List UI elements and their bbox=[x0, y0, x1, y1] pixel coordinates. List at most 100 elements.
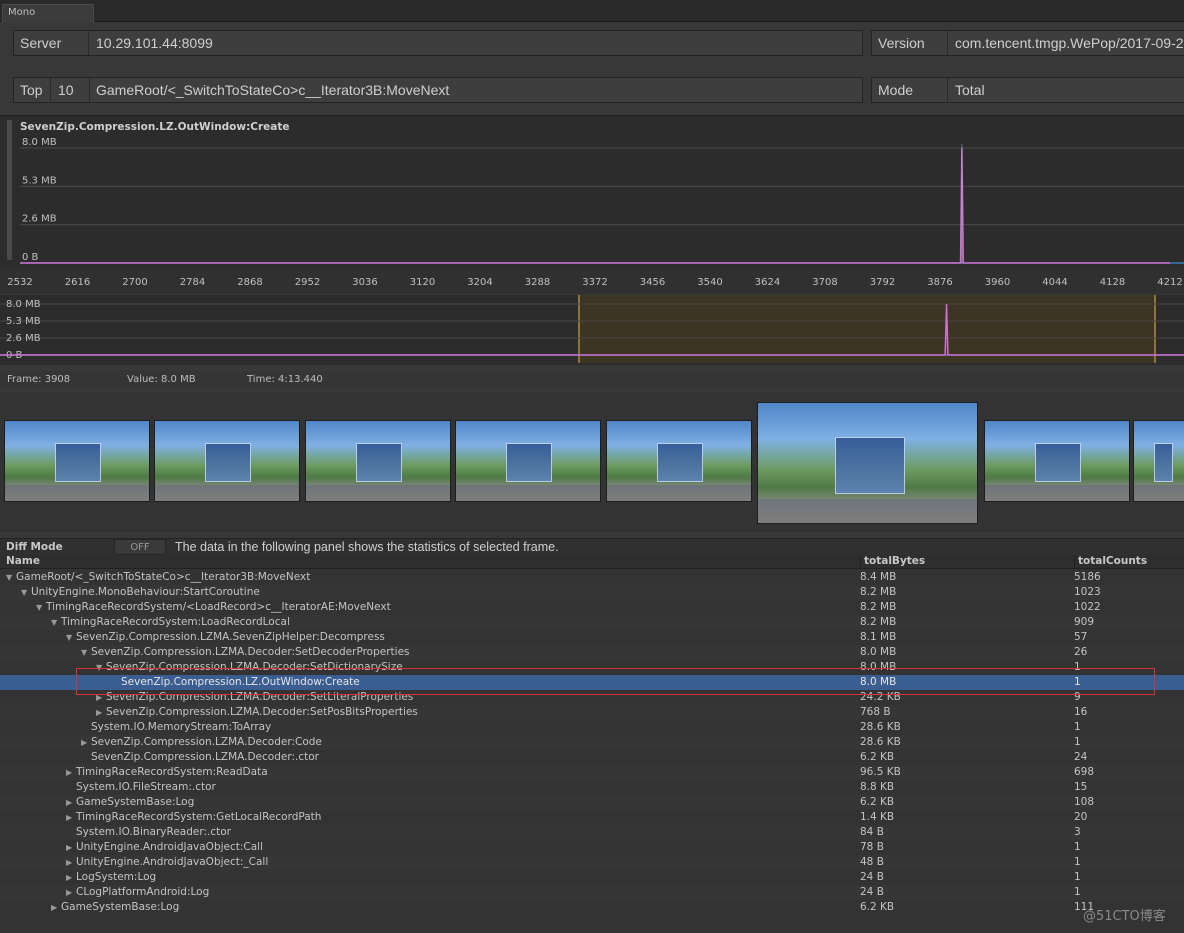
version-field[interactable]: Version com.tencent.tmgp.WePop/2017-09-2… bbox=[871, 30, 1184, 56]
frame-thumbnail[interactable] bbox=[455, 420, 601, 502]
table-row-selected[interactable]: SevenZip.Compression.LZ.OutWindow:Create… bbox=[0, 675, 1184, 690]
table-row[interactable]: ▶ SevenZip.Compression.LZMA.Decoder:SetLi… bbox=[0, 690, 1184, 705]
expand-right-icon[interactable]: ▶ bbox=[96, 690, 106, 705]
row-name-cell: ▶ TimingRaceRecordSystem:ReadData bbox=[66, 765, 268, 780]
overview-chart-panel[interactable]: 8.0 MB 5.3 MB 2.6 MB 0 B bbox=[0, 295, 1184, 365]
column-bytes-header[interactable]: totalBytes bbox=[860, 555, 1072, 569]
top-field[interactable]: Top 10 GameRoot/<_SwitchToStateCo>c__Ite… bbox=[13, 77, 863, 103]
table-row[interactable]: ▶ GameSystemBase:Log 6.2 KB 108 bbox=[0, 795, 1184, 810]
expand-right-icon[interactable]: ▶ bbox=[66, 870, 76, 885]
table-row[interactable]: System.IO.BinaryReader:.ctor 84 B 3 bbox=[0, 825, 1184, 840]
row-total-counts: 1 bbox=[1074, 661, 1081, 673]
thumbnail-road bbox=[607, 485, 751, 501]
column-counts-header[interactable]: totalCounts bbox=[1074, 555, 1184, 569]
frame-thumbnail[interactable] bbox=[154, 420, 300, 502]
expand-down-icon[interactable]: ▼ bbox=[21, 585, 31, 600]
row-total-counts: 16 bbox=[1074, 706, 1088, 718]
row-name: CLogPlatformAndroid:Log bbox=[76, 886, 210, 898]
row-name-cell: System.IO.FileStream:.ctor bbox=[66, 780, 216, 795]
diff-mode-toggle[interactable]: OFF bbox=[114, 539, 166, 555]
expand-right-icon[interactable]: ▶ bbox=[66, 795, 76, 810]
row-total-counts: 1 bbox=[1074, 676, 1081, 688]
expand-down-icon[interactable]: ▼ bbox=[51, 615, 61, 630]
table-row[interactable]: ▼ GameRoot/<_SwitchToStateCo>c__Iterator3… bbox=[0, 570, 1184, 585]
table-row[interactable]: ▶ SevenZip.Compression.LZMA.Decoder:SetPo… bbox=[0, 705, 1184, 720]
tab-mono[interactable]: Mono bbox=[2, 4, 94, 23]
expand-right-icon[interactable]: ▶ bbox=[66, 840, 76, 855]
expand-right-icon[interactable]: ▶ bbox=[66, 810, 76, 825]
expand-right-icon[interactable]: ▶ bbox=[96, 705, 106, 720]
y-tick-label: 8.0 MB bbox=[6, 299, 41, 310]
top-path[interactable]: GameRoot/<_SwitchToStateCo>c__Iterator3B… bbox=[90, 78, 850, 102]
server-field[interactable]: Server 10.29.101.44:8099 bbox=[13, 30, 863, 56]
row-name-cell: ▼ SevenZip.Compression.LZMA.SevenZipHelpe… bbox=[66, 630, 385, 645]
table-row[interactable]: ▼ TimingRaceRecordSystem:LoadRecordLocal 8… bbox=[0, 615, 1184, 630]
expand-down-icon[interactable]: ▼ bbox=[6, 570, 16, 585]
frame-thumbnail[interactable] bbox=[757, 402, 978, 524]
expand-right-icon[interactable]: ▶ bbox=[66, 855, 76, 870]
thumbnail-panel bbox=[205, 443, 252, 482]
mode-field[interactable]: Mode Total bbox=[871, 77, 1184, 103]
table-row[interactable]: System.IO.MemoryStream:ToArray 28.6 KB 1 bbox=[0, 720, 1184, 735]
table-row[interactable]: ▶ SevenZip.Compression.LZMA.Decoder:Code 2… bbox=[0, 735, 1184, 750]
row-total-counts: 57 bbox=[1074, 631, 1088, 643]
x-tick-label: 3288 bbox=[525, 277, 550, 288]
server-value[interactable]: 10.29.101.44:8099 bbox=[90, 31, 850, 55]
table-row[interactable]: ▶ TimingRaceRecordSystem:GetLocalRecordPa… bbox=[0, 810, 1184, 825]
mode-value[interactable]: Total bbox=[949, 78, 1184, 102]
expand-down-icon[interactable]: ▼ bbox=[36, 600, 46, 615]
row-name: UnityEngine.AndroidJavaObject:_Call bbox=[76, 856, 269, 868]
row-total-bytes: 8.0 MB bbox=[860, 661, 897, 673]
row-total-bytes: 8.2 MB bbox=[860, 586, 897, 598]
main-chart[interactable]: 8.0 MB 5.3 MB 2.6 MB 0 B 2532 2616 2700 2784 286… bbox=[0, 116, 1184, 294]
table-row[interactable]: SevenZip.Compression.LZMA.Decoder:.ctor 6… bbox=[0, 750, 1184, 765]
table-row[interactable]: System.IO.FileStream:.ctor 8.8 KB 15 bbox=[0, 780, 1184, 795]
row-name-cell: SevenZip.Compression.LZ.OutWindow:Create bbox=[111, 675, 360, 690]
expand-right-icon[interactable]: ▶ bbox=[66, 885, 76, 900]
table-row[interactable]: ▼ SevenZip.Compression.LZMA.Decoder:SetDe… bbox=[0, 645, 1184, 660]
table-row[interactable]: ▶ LogSystem:Log 24 B 1 bbox=[0, 870, 1184, 885]
x-tick-label: 3876 bbox=[927, 277, 952, 288]
row-total-bytes: 48 B bbox=[860, 856, 884, 868]
overview-chart[interactable]: 8.0 MB5.3 MB2.6 MB0 B bbox=[0, 295, 1184, 365]
expand-right-icon[interactable]: ▶ bbox=[51, 900, 61, 915]
table-row[interactable]: ▼ UnityEngine.MonoBehaviour:StartCoroutin… bbox=[0, 585, 1184, 600]
row-total-bytes: 96.5 KB bbox=[860, 766, 901, 778]
expand-right-icon[interactable]: ▶ bbox=[81, 735, 91, 750]
table-row[interactable]: ▶ TimingRaceRecordSystem:ReadData 96.5 KB 6… bbox=[0, 765, 1184, 780]
frame-number: Frame: 3908 bbox=[7, 374, 71, 385]
thumbnail-panel bbox=[1154, 443, 1173, 482]
diff-mode-label: Diff Mode bbox=[6, 541, 63, 553]
frame-thumbnail[interactable] bbox=[1133, 420, 1184, 502]
y-tick-label: 5.3 MB bbox=[22, 175, 57, 186]
x-tick-label: 2616 bbox=[65, 277, 90, 288]
frame-thumbnail[interactable] bbox=[606, 420, 752, 502]
table-row[interactable]: ▼ TimingRaceRecordSystem/<LoadRecord>c__I… bbox=[0, 600, 1184, 615]
frame-thumbnail[interactable] bbox=[305, 420, 451, 502]
x-tick-label: 4044 bbox=[1042, 277, 1067, 288]
expand-down-icon[interactable]: ▼ bbox=[96, 660, 106, 675]
table-row[interactable]: ▼ SevenZip.Compression.LZMA.Decoder:SetDi… bbox=[0, 660, 1184, 675]
column-name-header[interactable]: Name bbox=[6, 555, 40, 567]
x-tick-label: 4128 bbox=[1100, 277, 1125, 288]
table-row[interactable]: ▶ UnityEngine.AndroidJavaObject:Call 78 B 1 bbox=[0, 840, 1184, 855]
frame-thumbnail[interactable] bbox=[4, 420, 150, 502]
table-body: ▼ GameRoot/<_SwitchToStateCo>c__Iterator3… bbox=[0, 570, 1184, 933]
table-row[interactable]: ▶ CLogPlatformAndroid:Log 24 B 1 bbox=[0, 885, 1184, 900]
main-chart-panel[interactable]: SevenZip.Compression.LZ.OutWindow:Create… bbox=[0, 115, 1184, 294]
row-name-cell: ▶ SevenZip.Compression.LZMA.Decoder:Code bbox=[81, 735, 322, 750]
frame-thumbnail[interactable] bbox=[984, 420, 1130, 502]
version-value[interactable]: com.tencent.tmgp.WePop/2017-09-22 bbox=[949, 31, 1184, 55]
y-tick-label: 5.3 MB bbox=[6, 316, 41, 327]
table-row[interactable]: ▼ SevenZip.Compression.LZMA.SevenZipHelpe… bbox=[0, 630, 1184, 645]
top-count[interactable]: 10 bbox=[52, 78, 90, 102]
expand-down-icon[interactable]: ▼ bbox=[66, 630, 76, 645]
row-total-bytes: 8.8 KB bbox=[860, 781, 895, 793]
row-name-cell: ▶ SevenZip.Compression.LZMA.Decoder:SetPo… bbox=[96, 705, 418, 720]
table-row[interactable]: ▶ UnityEngine.AndroidJavaObject:_Call 48 B… bbox=[0, 855, 1184, 870]
table-row[interactable]: ▶ GameSystemBase:Log 6.2 KB 111 bbox=[0, 900, 1184, 915]
row-total-bytes: 768 B bbox=[860, 706, 891, 718]
expand-right-icon[interactable]: ▶ bbox=[66, 765, 76, 780]
row-total-bytes: 6.2 KB bbox=[860, 751, 895, 763]
expand-down-icon[interactable]: ▼ bbox=[81, 645, 91, 660]
